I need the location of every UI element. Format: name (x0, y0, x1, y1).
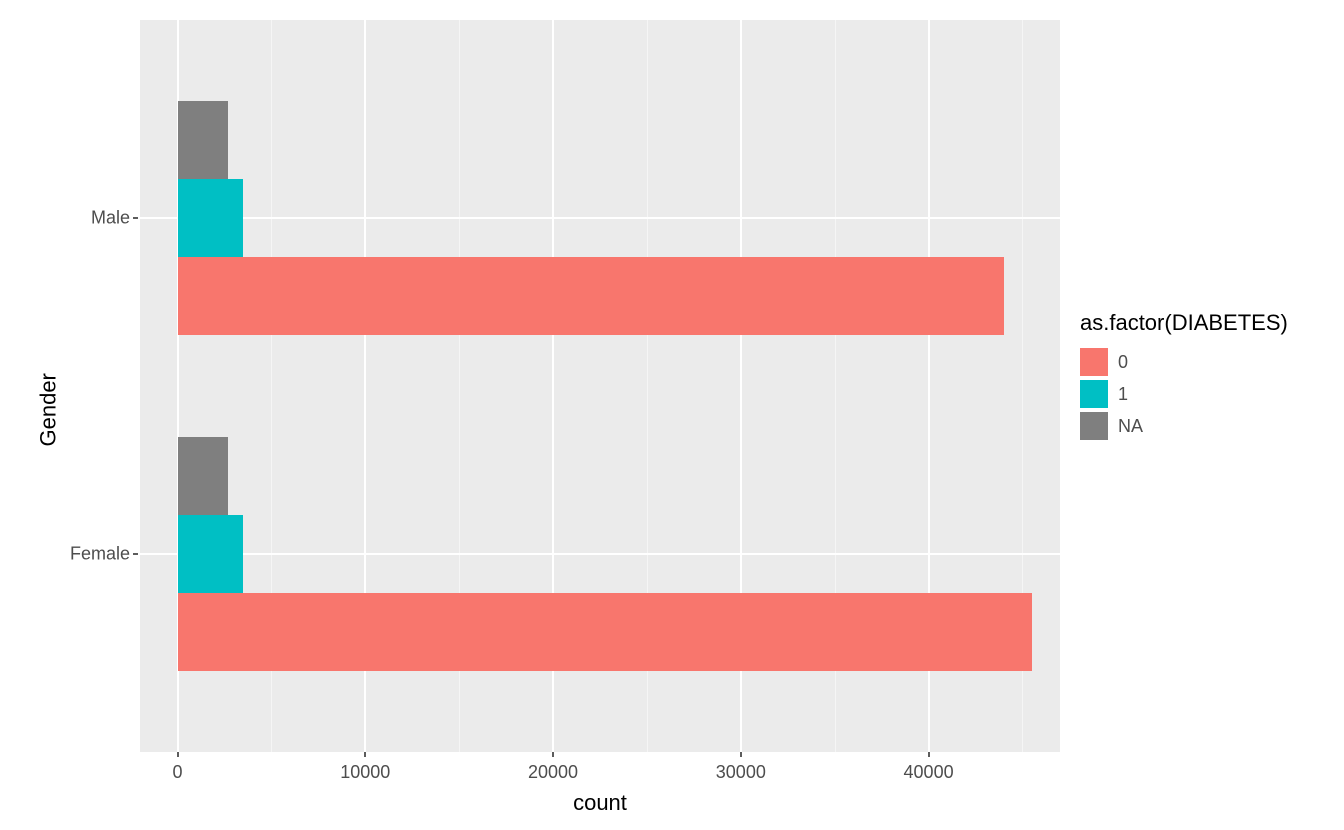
legend-key (1080, 380, 1108, 408)
x-tick-mark (740, 752, 742, 757)
legend-swatch (1080, 380, 1108, 408)
grid-line-horizontal (140, 217, 1060, 219)
x-tick-label: 20000 (528, 762, 578, 783)
legend-label: 0 (1118, 352, 1128, 373)
x-tick-mark (928, 752, 930, 757)
legend-label: 1 (1118, 384, 1128, 405)
y-tick-label: Male (91, 207, 130, 228)
bar-female-1 (178, 515, 244, 593)
x-tick-label: 10000 (340, 762, 390, 783)
chart-container: Gender MaleFemale 010000200003000040000 … (0, 0, 1344, 830)
legend-swatch (1080, 348, 1108, 376)
legend-swatch (1080, 412, 1108, 440)
x-tick-label: 0 (173, 762, 183, 783)
legend: as.factor(DIABETES) 0 1 NA (1080, 310, 1330, 444)
bar-female-NA (178, 437, 229, 515)
grid-line-horizontal (140, 553, 1060, 555)
bar-male-1 (178, 179, 244, 257)
bar-male-NA (178, 101, 229, 179)
legend-key (1080, 348, 1108, 376)
bar-female-0 (178, 593, 1032, 671)
y-tick-mark (133, 217, 138, 219)
x-tick-mark (364, 752, 366, 757)
legend-label: NA (1118, 416, 1143, 437)
x-tick-label: 40000 (904, 762, 954, 783)
x-tick-label: 30000 (716, 762, 766, 783)
x-tick-mark (177, 752, 179, 757)
x-tick-mark (552, 752, 554, 757)
plot-panel (140, 20, 1060, 752)
legend-title: as.factor(DIABETES) (1080, 310, 1330, 336)
y-tick-label: Female (70, 544, 130, 565)
legend-key (1080, 412, 1108, 440)
x-axis-title: count (140, 790, 1060, 816)
y-axis-ticks: Male Female (55, 20, 130, 752)
legend-item-NA: NA (1080, 412, 1330, 440)
bar-male-0 (178, 257, 1004, 335)
legend-item-0: 0 (1080, 348, 1330, 376)
y-tick-mark (133, 553, 138, 555)
legend-item-1: 1 (1080, 380, 1330, 408)
